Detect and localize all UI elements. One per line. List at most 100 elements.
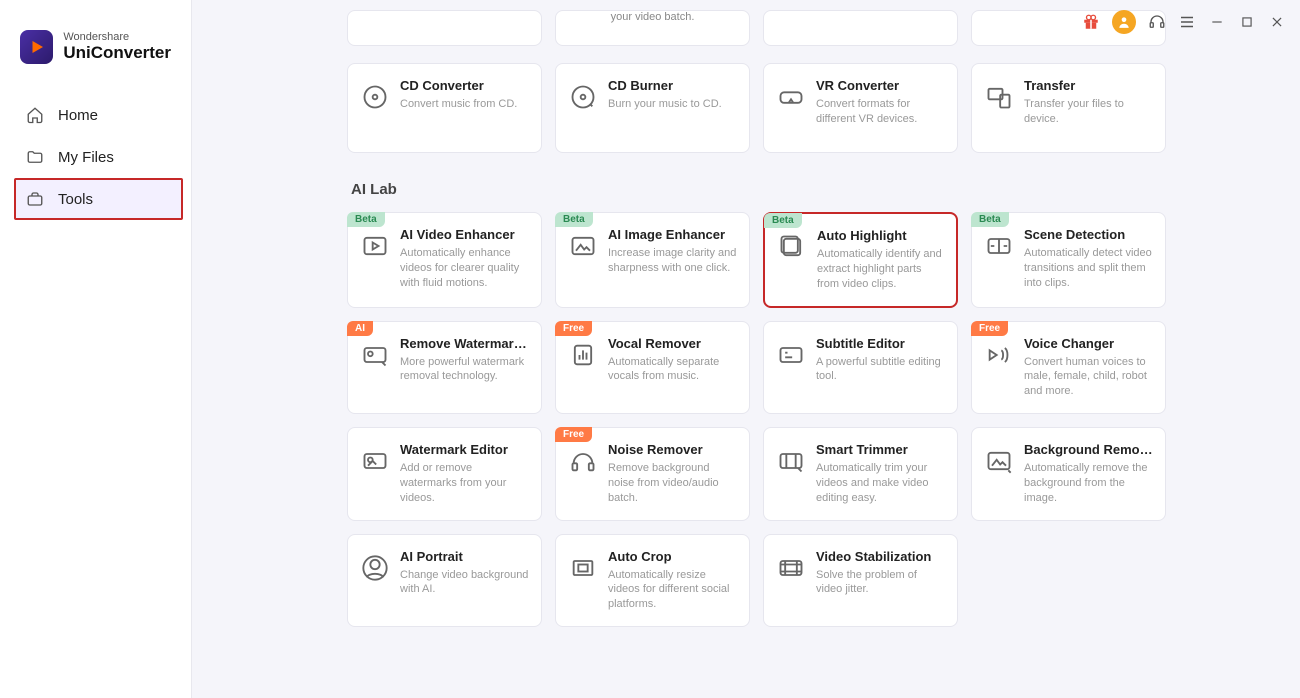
- card-desc: Automatically identify and extract highl…: [817, 247, 944, 292]
- card-title: Noise Remover: [608, 442, 737, 457]
- card-title: AI Image Enhancer: [608, 227, 737, 242]
- free-badge: Free: [555, 427, 592, 442]
- noise-remover-icon: [568, 446, 598, 476]
- card-desc: Automatically resize videos for differen…: [608, 568, 737, 613]
- tool-card-voice-changer[interactable]: Free Voice Changer Convert human voices to…: [971, 321, 1166, 415]
- tool-card-video-stabilization[interactable]: Video Stabilization Solve the problem of …: [763, 534, 958, 628]
- maximize-button[interactable]: [1238, 13, 1256, 31]
- nav-home[interactable]: Home: [0, 94, 191, 136]
- headset-icon[interactable]: [1148, 13, 1166, 31]
- titlebar: [1082, 10, 1286, 34]
- beta-badge: Beta: [347, 212, 385, 227]
- card-desc: Automatically enhance videos for clearer…: [400, 246, 529, 291]
- card-title: Scene Detection: [1024, 227, 1153, 242]
- tool-card-transfer[interactable]: TransferTransfer your files to device.: [971, 63, 1166, 153]
- card-body: CD BurnerBurn your music to CD.: [608, 78, 737, 138]
- card-title: AI Video Enhancer: [400, 227, 529, 242]
- card-desc: Transfer your files to device.: [1024, 97, 1153, 127]
- video-stabilization-icon: [776, 553, 806, 583]
- card-title: CD Converter: [400, 78, 529, 93]
- card-desc: Change video background with AI.: [400, 568, 529, 598]
- card-body: AI Image Enhancer Increase image clarity …: [608, 227, 737, 293]
- auto-crop-icon: [568, 553, 598, 583]
- tool-card-cd-converter[interactable]: CD Converter Convert music from CD.: [347, 63, 542, 153]
- app-root: Wondershare UniConverter Home My Files T…: [0, 0, 1300, 698]
- beta-badge: Beta: [971, 212, 1009, 227]
- smart-trimmer-icon: [776, 446, 806, 476]
- card-desc: Automatically remove the background from…: [1024, 461, 1153, 506]
- section-title: AI Lab: [351, 181, 1250, 198]
- tool-card-background-remover[interactable]: Background RemoverAutomatically remove t…: [971, 427, 1166, 521]
- auto-highlight-icon: [777, 232, 807, 262]
- card-desc: Remove background noise from video/audio…: [608, 461, 737, 506]
- ai-lab-grid: Beta AI Video Enhancer Automatically enhan…: [347, 212, 1250, 627]
- card-desc: Automatically detect video transitions a…: [1024, 246, 1153, 291]
- tool-card-scene-detection[interactable]: Beta Scene Detection Automatically detect …: [971, 212, 1166, 308]
- tool-card-vocal-remover[interactable]: FreeVocal RemoverAutomatically separate …: [555, 321, 750, 415]
- vocal-remover-icon: [568, 340, 598, 370]
- card-desc: Convert human voices to male, female, ch…: [1024, 355, 1153, 400]
- card-title: CD Burner: [608, 78, 737, 93]
- tool-card-vr-converter[interactable]: VR Converter Convert formats for differen…: [763, 63, 958, 153]
- partial-card[interactable]: your video batch.: [555, 10, 750, 46]
- subtitle-editor-icon: [776, 340, 806, 370]
- partial-card[interactable]: [763, 10, 958, 46]
- home-icon: [26, 106, 44, 124]
- nav-files[interactable]: My Files: [0, 136, 191, 178]
- card-body: AI Portrait Change video background with …: [400, 549, 529, 613]
- tool-card-smart-trimmer[interactable]: Smart TrimmerAutomatically trim your vid…: [763, 427, 958, 521]
- close-button[interactable]: [1268, 13, 1286, 31]
- tool-card-ai-portrait[interactable]: AI Portrait Change video background with …: [347, 534, 542, 628]
- card-title: Video Stabilization: [816, 549, 945, 564]
- avatar[interactable]: [1112, 10, 1136, 34]
- ai-badge: AI: [347, 321, 373, 336]
- card-body: Voice Changer Convert human voices to mal…: [1024, 336, 1153, 400]
- remove-watermark-icon: [360, 340, 390, 370]
- logo: Wondershare UniConverter: [0, 30, 191, 94]
- tool-card-subtitle-editor[interactable]: Subtitle EditorA powerful subtitle editi…: [763, 321, 958, 415]
- card-body: Remove Watermark ...More powerful waterm…: [400, 336, 529, 400]
- card-body: VR Converter Convert formats for differen…: [816, 78, 945, 138]
- tool-card-auto-highlight[interactable]: BetaAuto HighlightAutomatically identify…: [763, 212, 958, 308]
- card-body: Subtitle EditorA powerful subtitle editi…: [816, 336, 945, 400]
- partial-desc: your video batch.: [611, 11, 695, 23]
- nav-tools[interactable]: Tools: [14, 178, 183, 220]
- cd-burner-icon: [568, 82, 598, 112]
- ai-portrait-icon: [360, 553, 390, 583]
- card-body: Watermark EditorAdd or remove watermarks…: [400, 442, 529, 506]
- tool-card-ai-image-enhancer[interactable]: BetaAI Image EnhancerIncrease image clar…: [555, 212, 750, 308]
- gift-icon[interactable]: [1082, 13, 1100, 31]
- tool-card-remove-watermark[interactable]: AI Remove Watermark ...More powerful wate…: [347, 321, 542, 415]
- logo-mark-icon: [20, 30, 53, 64]
- transfer-icon: [984, 82, 1014, 112]
- beta-badge: Beta: [764, 213, 802, 228]
- card-body: Video Stabilization Solve the problem of …: [816, 549, 945, 613]
- sidebar: Wondershare UniConverter Home My Files T…: [0, 0, 192, 698]
- minimize-button[interactable]: [1208, 13, 1226, 31]
- card-desc: Convert music from CD.: [400, 97, 529, 112]
- card-title: VR Converter: [816, 78, 945, 93]
- voice-changer-icon: [984, 340, 1014, 370]
- card-desc: Increase image clarity and sharpness wit…: [608, 246, 737, 276]
- background-remover-icon: [984, 446, 1014, 476]
- card-desc: More powerful watermark removal technolo…: [400, 355, 529, 385]
- card-title: AI Portrait: [400, 549, 529, 564]
- tool-card-noise-remover[interactable]: Free Noise Remover Remove background noise…: [555, 427, 750, 521]
- nav-files-label: My Files: [58, 149, 114, 166]
- card-title: Smart Trimmer: [816, 442, 945, 457]
- menu-icon[interactable]: [1178, 13, 1196, 31]
- card-desc: A powerful subtitle editing tool.: [816, 355, 945, 385]
- card-desc: Solve the problem of video jitter.: [816, 568, 945, 598]
- tool-card-cd-burner[interactable]: CD BurnerBurn your music to CD.: [555, 63, 750, 153]
- card-body: Background RemoverAutomatically remove t…: [1024, 442, 1153, 506]
- tool-card-auto-crop[interactable]: Auto CropAutomatically resize videos for…: [555, 534, 750, 628]
- partial-card[interactable]: [347, 10, 542, 46]
- free-badge: Free: [971, 321, 1008, 336]
- card-desc: Convert formats for different VR devices…: [816, 97, 945, 127]
- cd-converter-icon: [360, 82, 390, 112]
- main-content: your video batch. CD Converter Convert mu…: [192, 0, 1300, 698]
- tool-card-watermark-editor[interactable]: Watermark EditorAdd or remove watermarks…: [347, 427, 542, 521]
- tool-card-ai-video-enhancer[interactable]: Beta AI Video Enhancer Automatically enhan…: [347, 212, 542, 308]
- card-title: Voice Changer: [1024, 336, 1153, 351]
- logo-text: Wondershare UniConverter: [63, 32, 171, 61]
